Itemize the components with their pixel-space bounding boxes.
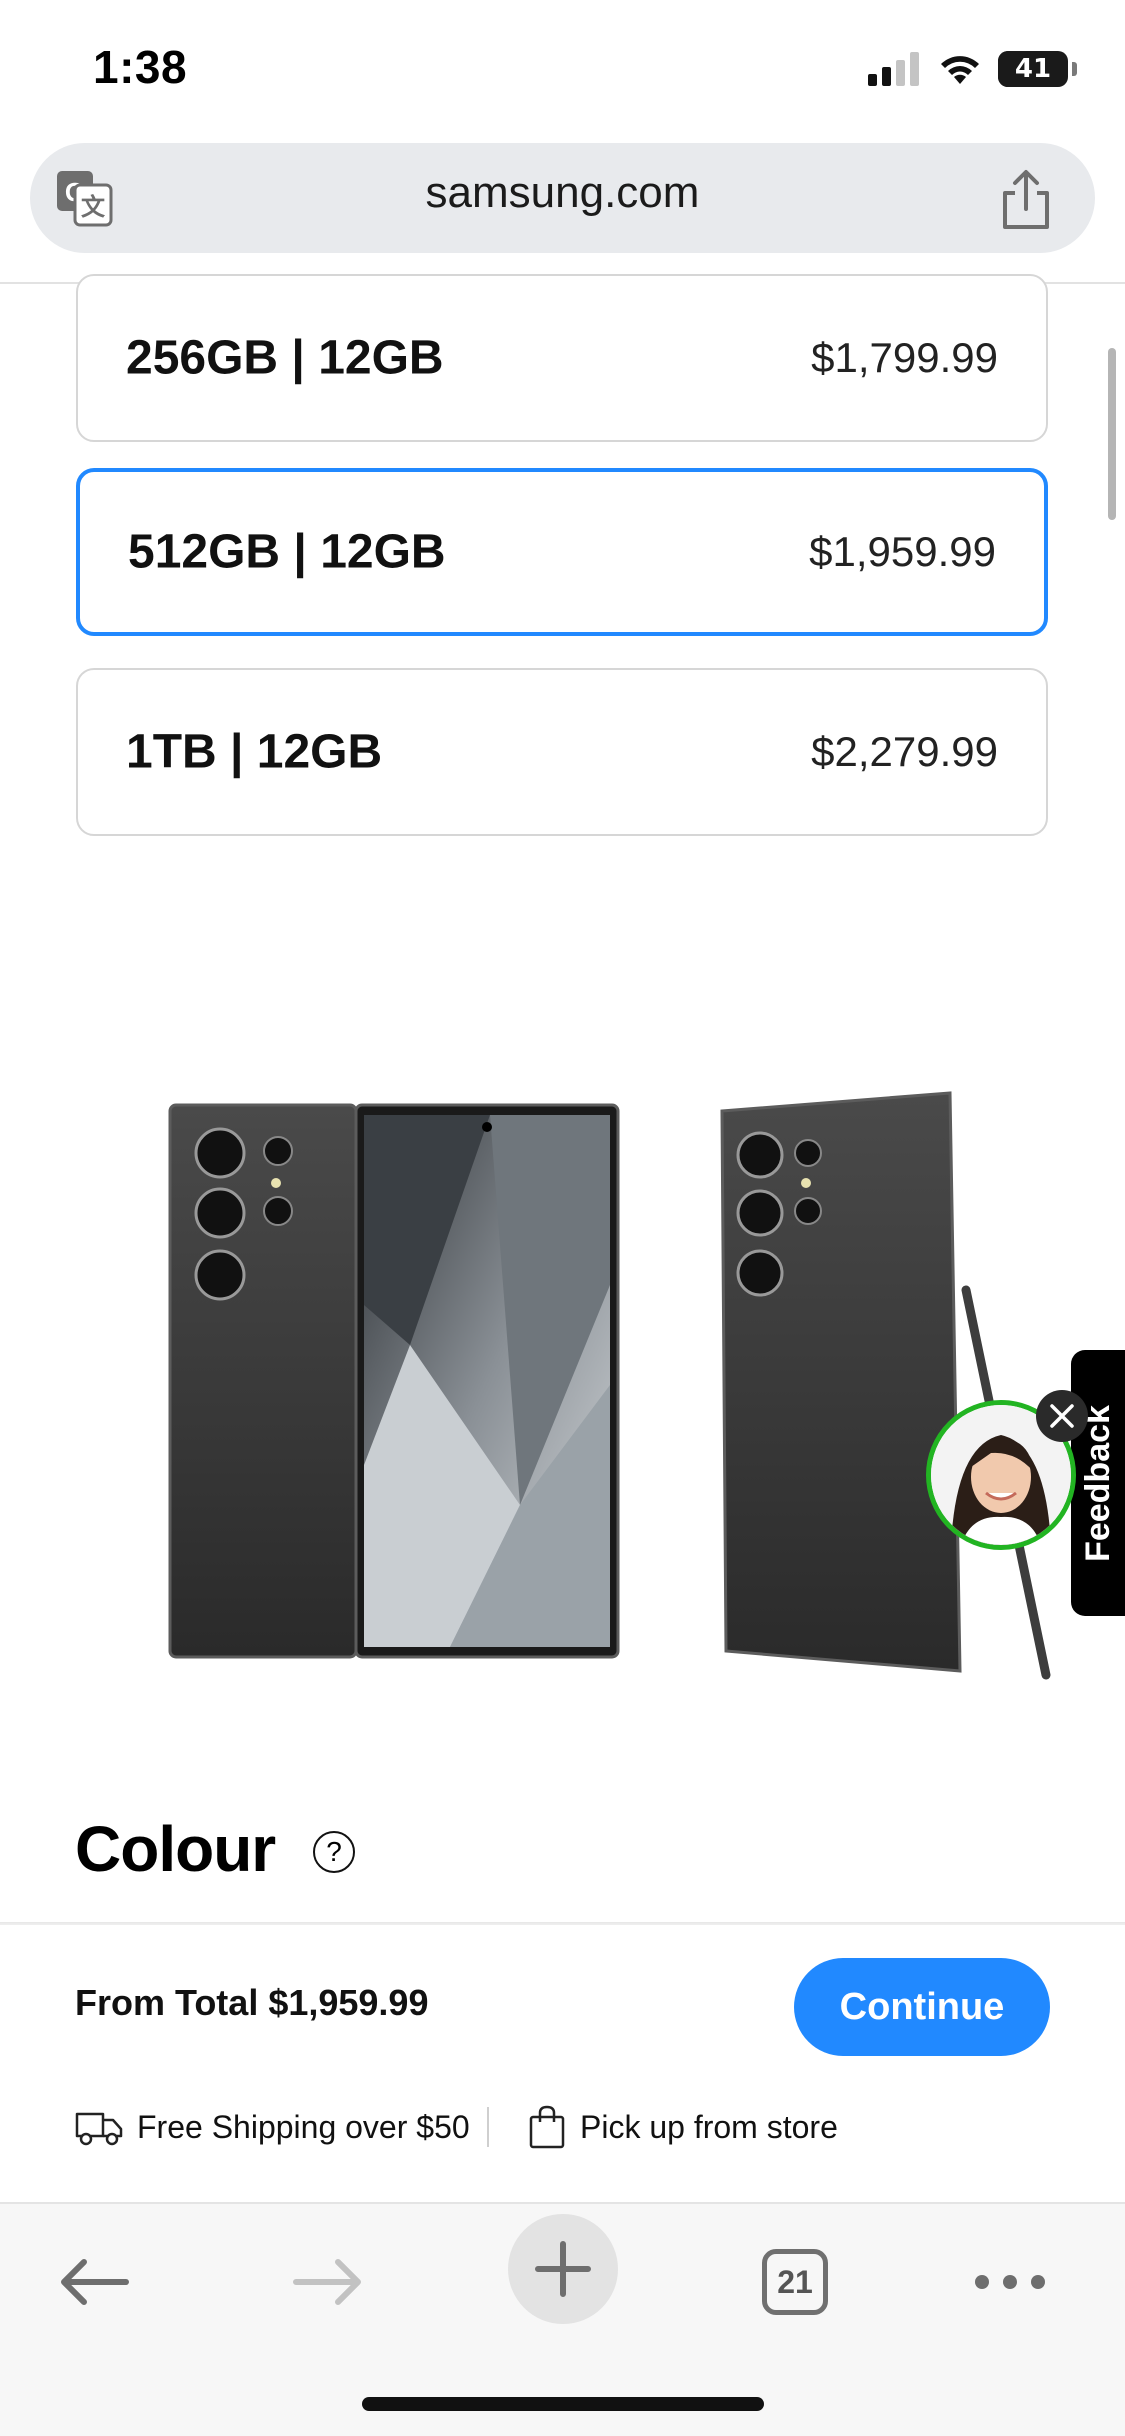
feedback-label-wrap[interactable]: Feedback [1071,1350,1125,1616]
option-label: 512GB | 12GB [128,525,446,579]
option-price: $1,959.99 [809,528,996,575]
wifi-icon [941,56,979,84]
back-button[interactable] [44,2232,144,2332]
forward-arrow-icon [293,2259,361,2305]
option-label: 1TB | 12GB [126,725,383,779]
tabs-button[interactable]: 21 [745,2232,845,2332]
forward-button[interactable] [278,2232,378,2332]
perk-divider [487,2107,489,2147]
more-menu-button[interactable] [960,2232,1060,2332]
battery-tip [1072,62,1077,76]
storage-option-512gb[interactable]: 512GB | 12GB $1,959.99 [76,468,1048,636]
help-icon[interactable]: ? [313,1831,355,1873]
battery-percent: 41 [1014,54,1052,84]
tabs-icon: 21 [762,2249,828,2315]
shopping-bag-icon [529,2105,565,2149]
pickup-text: Pick up from store [580,2108,838,2145]
close-chat-button[interactable] [1036,1390,1088,1442]
page-scrollbar[interactable] [1108,348,1116,520]
new-tab-button[interactable] [508,2214,618,2324]
back-arrow-icon [61,2259,129,2305]
storage-option-256gb[interactable]: 256GB | 12GB $1,799.99 [76,274,1048,442]
plus-icon [535,2241,591,2297]
product-image [168,1091,1051,1680]
help-glyph: ? [326,1836,342,1867]
option-price: $2,279.99 [811,728,998,775]
status-icons: 41 [868,44,1077,94]
shipping-text: Free Shipping over $50 [137,2108,470,2145]
storage-option-1tb[interactable]: 1TB | 12GB $2,279.99 [76,668,1048,836]
status-time: 1:38 [93,41,188,93]
free-shipping-info: Free Shipping over $50 [75,2105,470,2149]
option-label: 256GB | 12GB [126,331,444,385]
url-text[interactable]: samsung.com [0,168,1125,218]
tab-count: 21 [777,2263,813,2300]
delivery-truck-icon [75,2112,123,2146]
battery-icon: 41 [998,51,1068,87]
more-dots-icon [975,2275,1045,2289]
close-icon [1050,1404,1074,1428]
home-indicator [362,2397,764,2411]
continue-button[interactable]: Continue [794,1958,1050,2056]
store-pickup-info: Pick up from store [528,2105,838,2149]
share-icon[interactable] [997,169,1055,231]
option-price: $1,799.99 [811,334,998,381]
signal-icon [868,52,919,86]
total-price: From Total $1,959.99 [75,1982,429,2023]
colour-section-title: Colour [75,1813,276,1885]
